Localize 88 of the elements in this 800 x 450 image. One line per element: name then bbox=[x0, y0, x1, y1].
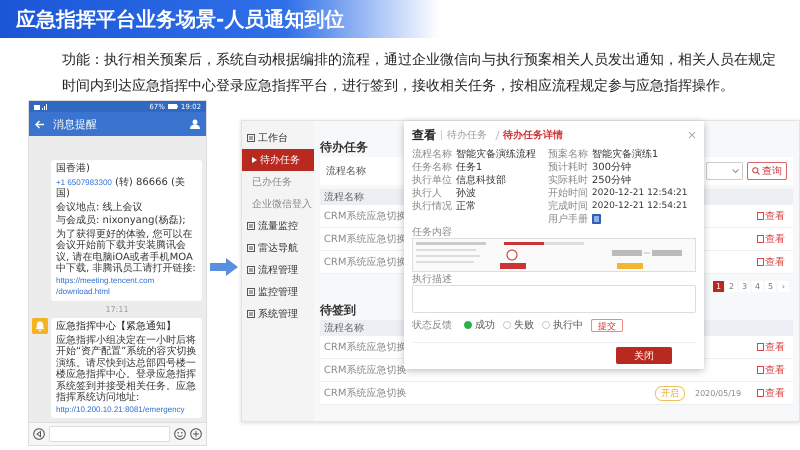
message-text: +1 6507983300 (转) 86666 (美国) bbox=[56, 176, 186, 200]
search-button[interactable]: 查询 bbox=[747, 162, 787, 180]
message-title: 应急指挥中心【紧急通知】 bbox=[56, 320, 177, 332]
page-button[interactable]: 2 bbox=[726, 280, 737, 292]
section-heading: 待办任务 bbox=[320, 138, 368, 156]
field-label: 实际耗时 bbox=[548, 174, 589, 186]
message-text: 会议地点: 线上会议 bbox=[56, 202, 144, 213]
column-header: 流程名称 bbox=[324, 322, 364, 335]
view-link[interactable]: 查看 bbox=[757, 386, 793, 400]
message-text: 与会成员: nixonyang(杨磊); bbox=[56, 215, 187, 226]
sidebar-item[interactable]: 系统管理 bbox=[242, 303, 314, 325]
radio-option[interactable]: 失败 bbox=[502, 318, 534, 332]
message-text: 为了获得更好的体验, 您可以在会议开始前下载并安装腾讯会议, 请在电脑iOA或者手机MOA中下载, 非腾讯员工请打开链接: https://meeting.tencent.com /download.html bbox=[56, 228, 197, 298]
slide-title: 应急指挥平台业务场景-人员通知到位 bbox=[14, 6, 344, 32]
page-button[interactable]: › bbox=[778, 280, 789, 292]
field-value: 任务1 bbox=[456, 160, 482, 174]
field-value: 300分钟 bbox=[592, 160, 631, 174]
field-label: 执行描述 bbox=[412, 272, 453, 285]
field-label: 流程名称 bbox=[412, 148, 453, 160]
view-link[interactable]: 查看 bbox=[757, 255, 793, 269]
field-label: 任务名称 bbox=[412, 160, 453, 174]
breadcrumb-link[interactable]: 待办任务详情 bbox=[502, 128, 563, 142]
message-text: 国香港) bbox=[56, 163, 91, 174]
field-value: 信息科技部 bbox=[456, 174, 506, 186]
field-label: 状态反馈 bbox=[412, 318, 453, 332]
field-value: 智能灾备演练流程 bbox=[456, 148, 536, 160]
view-link[interactable]: 查看 bbox=[757, 232, 793, 246]
sidebar-label: 工作台 bbox=[258, 132, 288, 145]
field-label: 预案名称 bbox=[548, 148, 589, 160]
sidebar-item[interactable]: 监控管理 bbox=[242, 281, 314, 303]
field-label: 预计耗时 bbox=[548, 160, 589, 174]
radio-option[interactable]: 执行中 bbox=[542, 318, 583, 332]
column-header: 流程名称 bbox=[324, 190, 364, 204]
field-label: 完成时间 bbox=[548, 200, 589, 212]
field-value: 2020-12-21 12:54:21 bbox=[592, 200, 688, 210]
message-time: 17:11 bbox=[106, 304, 129, 314]
field-label: 用户手册 bbox=[548, 212, 589, 226]
view-link[interactable]: 查看 bbox=[757, 209, 793, 223]
breadcrumb-link[interactable]: 待办任务 bbox=[446, 128, 487, 142]
close-button[interactable]: 关闭 bbox=[616, 347, 672, 364]
field-value: 正常 bbox=[456, 200, 476, 212]
link[interactable]: http://10.200.10.21:80 bbox=[56, 404, 134, 415]
description-text: 功能：执行相关预案后，系统自动根据编排的流程，通过企业微信向与执行预案相关人员发出通知，相关人员在规定时间内到达应急指挥中心登录应急指挥平台，进行签到，接收相关任务，按相应流程规定参与应急指挥操作。 bbox=[62, 50, 777, 95]
table-cell-text: CRM系统应急切换 bbox=[324, 386, 408, 400]
field-value: 250分钟 bbox=[592, 174, 631, 186]
field-label: 开始时间 bbox=[548, 186, 589, 200]
sidebar-item[interactable]: 已办任务 bbox=[242, 171, 314, 193]
field-label: 执行人 bbox=[412, 186, 443, 200]
page-button[interactable]: 5 bbox=[765, 280, 776, 292]
link[interactable]: 81/emergency bbox=[134, 404, 185, 415]
sidebar-item[interactable]: 工作台 bbox=[242, 127, 314, 149]
field-value: 2020-12-21 12:54:21 bbox=[592, 188, 688, 198]
sidebar-label: 系统管理 bbox=[258, 308, 298, 321]
view-link[interactable]: 查看 bbox=[757, 363, 793, 377]
dialog-title: 查看 bbox=[412, 126, 436, 144]
page-button[interactable]: 1 bbox=[713, 280, 724, 292]
sidebar-label: 监控管理 bbox=[258, 286, 298, 299]
page-button[interactable]: 4 bbox=[752, 280, 763, 292]
table-cell-text: 2020/05/19 bbox=[695, 388, 742, 398]
sidebar-item[interactable]: 雷达导航 bbox=[242, 237, 314, 259]
sidebar-item[interactable]: 流量监控 bbox=[242, 215, 314, 237]
status-tag: 开启 bbox=[655, 386, 685, 400]
field-label: 任务内容 bbox=[412, 226, 453, 238]
field-value: 孙波 bbox=[456, 186, 476, 200]
section-heading: 待签到 bbox=[320, 302, 356, 318]
page-button[interactable]: 3 bbox=[739, 280, 750, 292]
sidebar-label: 待办任务 bbox=[260, 154, 300, 167]
sidebar-item[interactable]: 流程管理 bbox=[242, 259, 314, 281]
link[interactable]: +1 6507983300 bbox=[56, 176, 112, 188]
field-value: 智能灾备演练1 bbox=[592, 148, 658, 160]
filter-label: 流程名称 bbox=[326, 164, 366, 178]
sidebar-label: 雷达导航 bbox=[258, 242, 298, 255]
link[interactable]: /download.html bbox=[56, 286, 110, 298]
table-cell-text: CRM系统应急切换 bbox=[324, 364, 408, 377]
submit-button[interactable]: 提交 bbox=[590, 318, 623, 332]
chat-title: 消息提醒 bbox=[53, 116, 98, 132]
sidebar-item[interactable]: 企业微信登入 bbox=[242, 193, 314, 215]
radio-option[interactable]: 成功 bbox=[464, 318, 495, 332]
sidebar-label: 流程管理 bbox=[258, 264, 298, 277]
message-text: 应急指挥小组决定在一小时后将开始“资产配置”系统的容灾切换演练。请尽快到达总部四号楼一楼应急指挥中心。登录应急指挥系统签到并接受相关任务。应急指挥系统访问地址: http://10.200.10.21:8081/emergency bbox=[56, 334, 198, 415]
sidebar-label: 已办任务 bbox=[252, 176, 292, 189]
sidebar-item[interactable]: 待办任务 bbox=[242, 149, 314, 171]
sidebar-label: 企业微信登入 bbox=[252, 198, 312, 211]
field-label: 执行单位 bbox=[412, 174, 453, 186]
link[interactable]: https://meeting.tencent.com bbox=[56, 274, 154, 286]
view-link[interactable]: 查看 bbox=[757, 340, 793, 354]
field-label: 执行情况 bbox=[412, 200, 453, 212]
sidebar-label: 流量监控 bbox=[258, 220, 298, 233]
